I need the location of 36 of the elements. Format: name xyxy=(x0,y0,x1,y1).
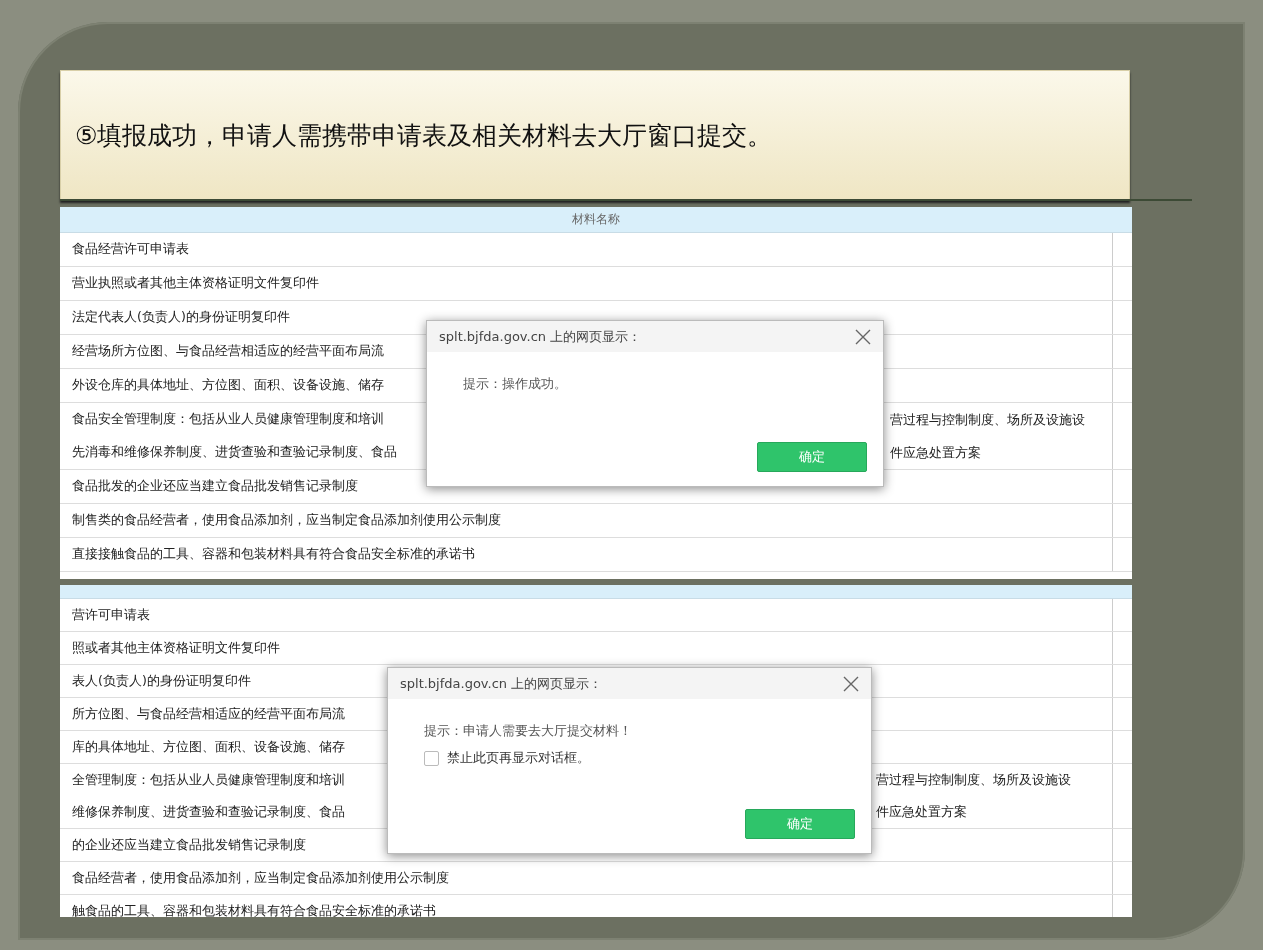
checkbox-label: 禁止此页再显示对话框。 xyxy=(447,750,590,767)
table-cell-text: 件应急处置方案 xyxy=(890,444,981,461)
table-cell-text: 法定代表人(负责人)的身份证明复印件 xyxy=(72,309,290,326)
table-cell-text: 外设仓库的具体地址、方位图、面积、设备设施、储存 xyxy=(72,377,384,394)
table-cell-text: 营过程与控制制度、场所及设施设 xyxy=(890,411,1085,428)
column-header: 材料名称 xyxy=(572,211,620,228)
table-cell-text: 制售类的食品经营者，使用食品添加剂，应当制定食品添加剂使用公示制度 xyxy=(72,512,501,529)
slide-title: ⑤填报成功，申请人需携带申请表及相关材料去大厅窗口提交。 xyxy=(75,119,773,152)
table-cell-text: 维修保养制度、进货查验和查验记录制度、食品 xyxy=(72,803,345,821)
table-cell-text: 件应急处置方案 xyxy=(876,803,967,821)
table-cell-text: 的企业还应当建立食品批发销售记录制度 xyxy=(72,836,306,854)
close-icon[interactable] xyxy=(843,675,859,692)
checkbox[interactable] xyxy=(424,751,439,766)
table-cell-text: 食品批发的企业还应当建立食品批发销售记录制度 xyxy=(72,478,358,495)
table-cell-text: 营过程与控制制度、场所及设施设 xyxy=(876,771,1071,789)
ok-button[interactable]: 确定 xyxy=(757,442,867,472)
table-cell-text: 食品经营许可申请表 xyxy=(72,241,189,258)
ok-button[interactable]: 确定 xyxy=(745,809,855,839)
dialog-title: splt.bjfda.gov.cn 上的网页显示： xyxy=(439,327,642,346)
table-cell-text: 表人(负责人)的身份证明复印件 xyxy=(72,672,251,690)
table-cell-text: 直接接触食品的工具、容器和包装材料具有符合食品安全标准的承诺书 xyxy=(72,546,475,563)
table-cell-text: 触食品的工具、容器和包装材料具有符合食品安全标准的承诺书 xyxy=(72,902,436,917)
dialog-title: splt.bjfda.gov.cn 上的网页显示： xyxy=(400,674,603,693)
table-cell-text: 食品经营者，使用食品添加剂，应当制定食品添加剂使用公示制度 xyxy=(72,869,449,887)
table-cell-text: 经营场所方位图、与食品经营相适应的经营平面布局流 xyxy=(72,343,384,360)
table-cell-text: 库的具体地址、方位图、面积、设备设施、储存 xyxy=(72,738,345,756)
table-cell-text: 全管理制度：包括从业人员健康管理制度和培训 xyxy=(72,771,345,789)
dialog-message: 提示：申请人需要去大厅提交材料！ xyxy=(424,723,633,740)
table-cell-text: 所方位图、与食品经营相适应的经营平面布局流 xyxy=(72,705,345,723)
close-icon[interactable] xyxy=(855,328,871,345)
table-cell-text: 营许可申请表 xyxy=(72,606,150,624)
table-cell-text: 食品安全管理制度：包括从业人员健康管理制度和培训 xyxy=(72,411,384,428)
table-cell-text: 照或者其他主体资格证明文件复印件 xyxy=(72,639,280,657)
table-cell-text: 营业执照或者其他主体资格证明文件复印件 xyxy=(72,275,319,292)
dialog-message: 提示：操作成功。 xyxy=(463,376,568,393)
table-cell-text: 先消毒和维修保养制度、进货查验和查验记录制度、食品 xyxy=(72,444,397,461)
